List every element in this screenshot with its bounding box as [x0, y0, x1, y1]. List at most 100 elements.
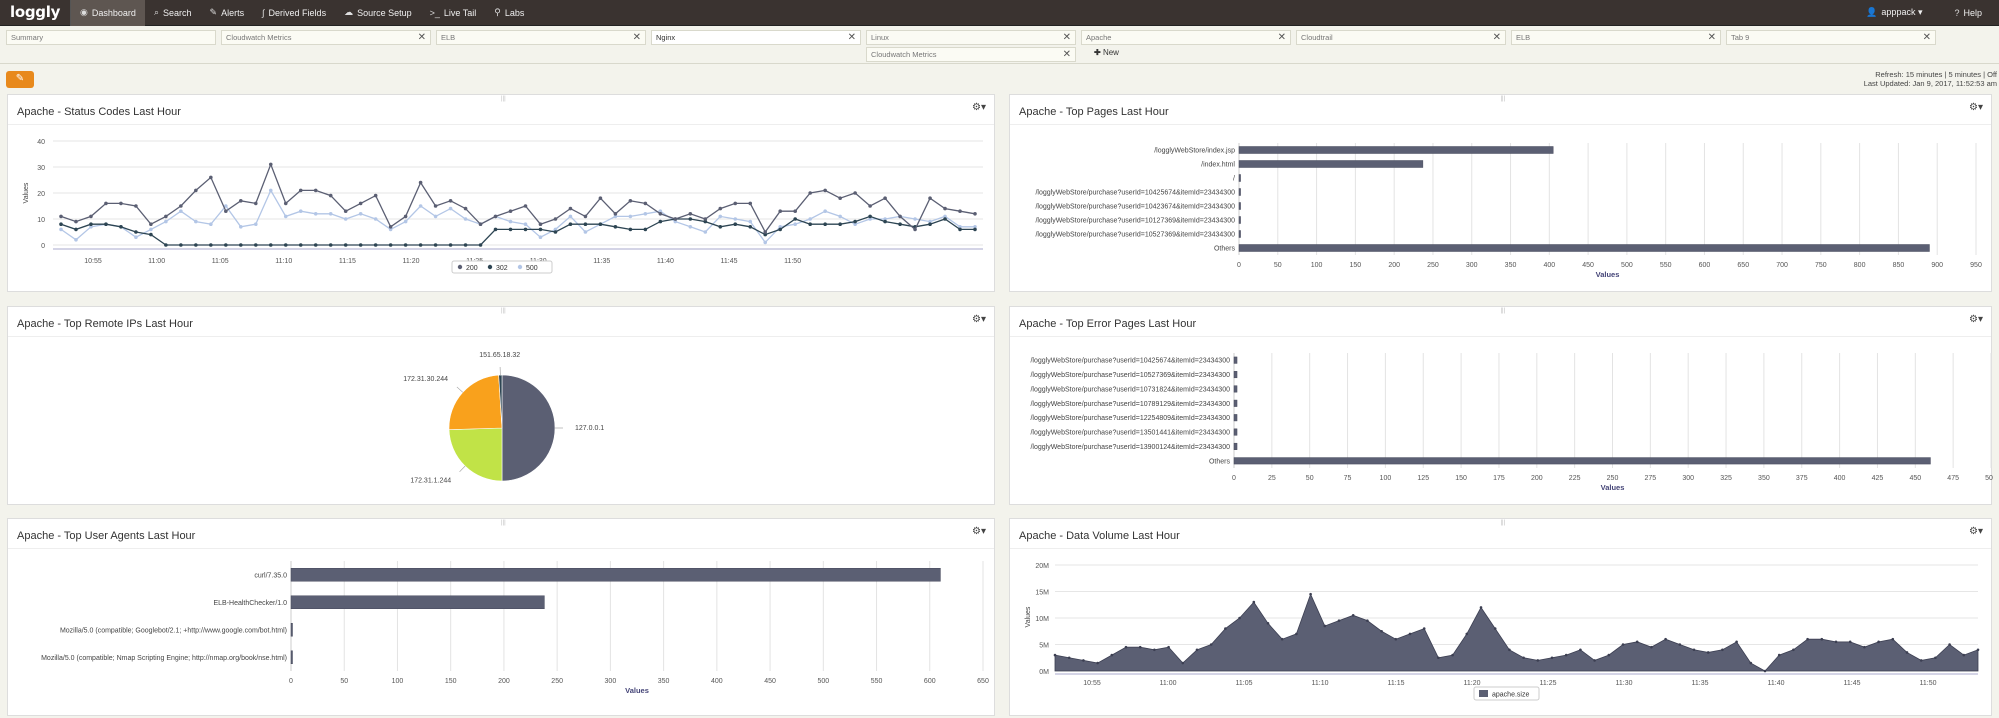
data-point-500: [209, 222, 213, 226]
data-point-200: [748, 201, 753, 206]
data-point-200: [808, 191, 812, 195]
data-point-500: [823, 209, 827, 213]
x-tick-label: 950: [1970, 262, 1982, 269]
category-label: /logglyWebStore/purchase?userId=10425674…: [1030, 358, 1230, 365]
tab-summary[interactable]: Summary: [6, 30, 216, 45]
nav-label: Source Setup: [357, 7, 412, 18]
x-tick-label: 325: [1720, 475, 1732, 482]
data-point-302: [883, 219, 887, 224]
data-point-200: [119, 201, 123, 206]
data-point-302: [628, 227, 633, 232]
data-point-302: [358, 243, 363, 247]
data-point-200: [598, 196, 603, 200]
user-menu[interactable]: 👤 apppack ▾: [1857, 0, 1931, 26]
data-point-302: [74, 227, 78, 232]
tab-elb-2[interactable]: ELB ✕: [1511, 30, 1721, 45]
data-point-302: [418, 243, 423, 247]
edit-dashboard-button[interactable]: ✎: [6, 71, 34, 88]
close-icon[interactable]: ✕: [1923, 31, 1931, 44]
y-tick-label: 0: [41, 243, 45, 250]
tab-linux[interactable]: Linux ✕: [866, 30, 1076, 45]
category-label: /logglyWebStore/purchase?userId=13900124…: [1030, 444, 1230, 451]
data-point-200: [568, 206, 573, 211]
x-tick-label: 100: [1311, 262, 1323, 269]
data-point-500: [838, 214, 842, 219]
nav-search[interactable]: ⌕ Search: [145, 0, 201, 26]
tab-elb[interactable]: ELB ✕: [436, 30, 646, 45]
data-point-302: [403, 243, 408, 247]
data-point-302: [973, 227, 977, 232]
tab-cloudwatch-metrics-2[interactable]: Cloudwatch Metrics ✕: [866, 47, 1076, 62]
x-tick-label: 250: [551, 678, 563, 685]
data-point-302: [538, 227, 543, 232]
user-agents-chart: 0 50 100 150 200 250 300 350 400 450 500 550 600 650 V…: [41, 561, 989, 695]
data-point: [1735, 640, 1738, 644]
nav-labs[interactable]: ⚲ Labs: [485, 0, 533, 26]
data-point: [1919, 659, 1923, 662]
nav-source-setup[interactable]: ☁ Source Setup: [335, 0, 421, 26]
error-pages-chart: 0 25 50 75 100 125 150 175 200 225 250 275 300 325 350…: [1030, 353, 1993, 492]
data-point-200: [523, 204, 528, 208]
x-tick-label: 11:50: [1920, 680, 1937, 687]
x-tick-label: 225: [1569, 475, 1581, 482]
x-tick-label: 600: [1699, 262, 1711, 269]
x-tick-label: 11:40: [657, 258, 674, 265]
data-point-500: [298, 209, 303, 213]
help-link[interactable]: ? Help: [1945, 0, 1991, 26]
tab-cloudwatch-metrics[interactable]: Cloudwatch Metrics ✕: [221, 30, 431, 45]
legend-marker: [1479, 690, 1488, 697]
data-point-302: [194, 243, 198, 247]
tab-cloudtrail[interactable]: Cloudtrail ✕: [1296, 30, 1506, 45]
nav-dashboard[interactable]: ◉ Dashboard: [71, 0, 145, 26]
nav-alerts[interactable]: ✎ Alerts: [201, 0, 254, 26]
close-icon[interactable]: ✕: [1063, 31, 1071, 44]
data-point-500: [583, 230, 588, 234]
data-point: [1110, 653, 1114, 657]
bar: [1238, 146, 1554, 154]
data-point: [1479, 606, 1483, 609]
new-tab-button[interactable]: ✚ New: [1094, 48, 1119, 57]
x-tick-label: 200: [1531, 475, 1543, 482]
close-icon[interactable]: ✕: [1493, 31, 1501, 44]
close-icon[interactable]: ✕: [633, 31, 641, 44]
tab-9[interactable]: Tab 9 ✕: [1726, 30, 1936, 45]
data-point: [1863, 645, 1866, 649]
close-icon[interactable]: ✕: [418, 31, 426, 44]
data-point: [1451, 653, 1454, 657]
x-tick-label: 650: [1737, 262, 1749, 269]
data-point-200: [134, 204, 138, 208]
close-icon[interactable]: ✕: [1063, 48, 1071, 61]
x-tick-label: 11:00: [148, 258, 165, 265]
nav-label: Alerts: [221, 7, 245, 18]
x-axis-label: Values: [1596, 270, 1620, 279]
close-icon[interactable]: ✕: [1708, 31, 1716, 44]
x-tick-label: 10:55: [84, 258, 102, 265]
nav-live-tail[interactable]: >_ Live Tail: [421, 0, 486, 26]
data-point-302: [613, 225, 618, 229]
data-point-302: [823, 222, 827, 226]
data-point: [1536, 659, 1540, 662]
tab-nginx[interactable]: Nginx ✕: [651, 30, 861, 45]
x-tick-label: 300: [605, 678, 617, 685]
bar: [1233, 356, 1238, 364]
data-point: [1763, 669, 1767, 673]
nav-derived-fields[interactable]: ∫ Derived Fields: [253, 0, 335, 26]
derived-fields-icon: ∫: [262, 7, 265, 18]
data-point-500: [643, 212, 648, 216]
close-icon[interactable]: ✕: [1278, 31, 1286, 44]
data-point: [1380, 629, 1383, 633]
data-point-302: [643, 227, 648, 232]
close-icon[interactable]: ✕: [848, 31, 856, 44]
tab-apache[interactable]: Apache ✕: [1081, 30, 1291, 45]
data-point-200: [718, 206, 723, 211]
data-point-302: [838, 222, 842, 226]
category-label: curl/7.35.0: [254, 572, 287, 579]
data-point-500: [328, 212, 333, 216]
data-point-200: [179, 204, 183, 208]
status-codes-chart: 0 10 20 30 40 10:55 11:00 11:05 11:10 11:15 11:20 1…: [23, 139, 983, 274]
loggly-logo[interactable]: loggly: [0, 0, 72, 26]
x-tick-label: 450: [1582, 262, 1594, 269]
data-point-500: [343, 217, 348, 221]
x-tick-label: 11:15: [1388, 680, 1405, 687]
data-point-500: [628, 214, 633, 219]
